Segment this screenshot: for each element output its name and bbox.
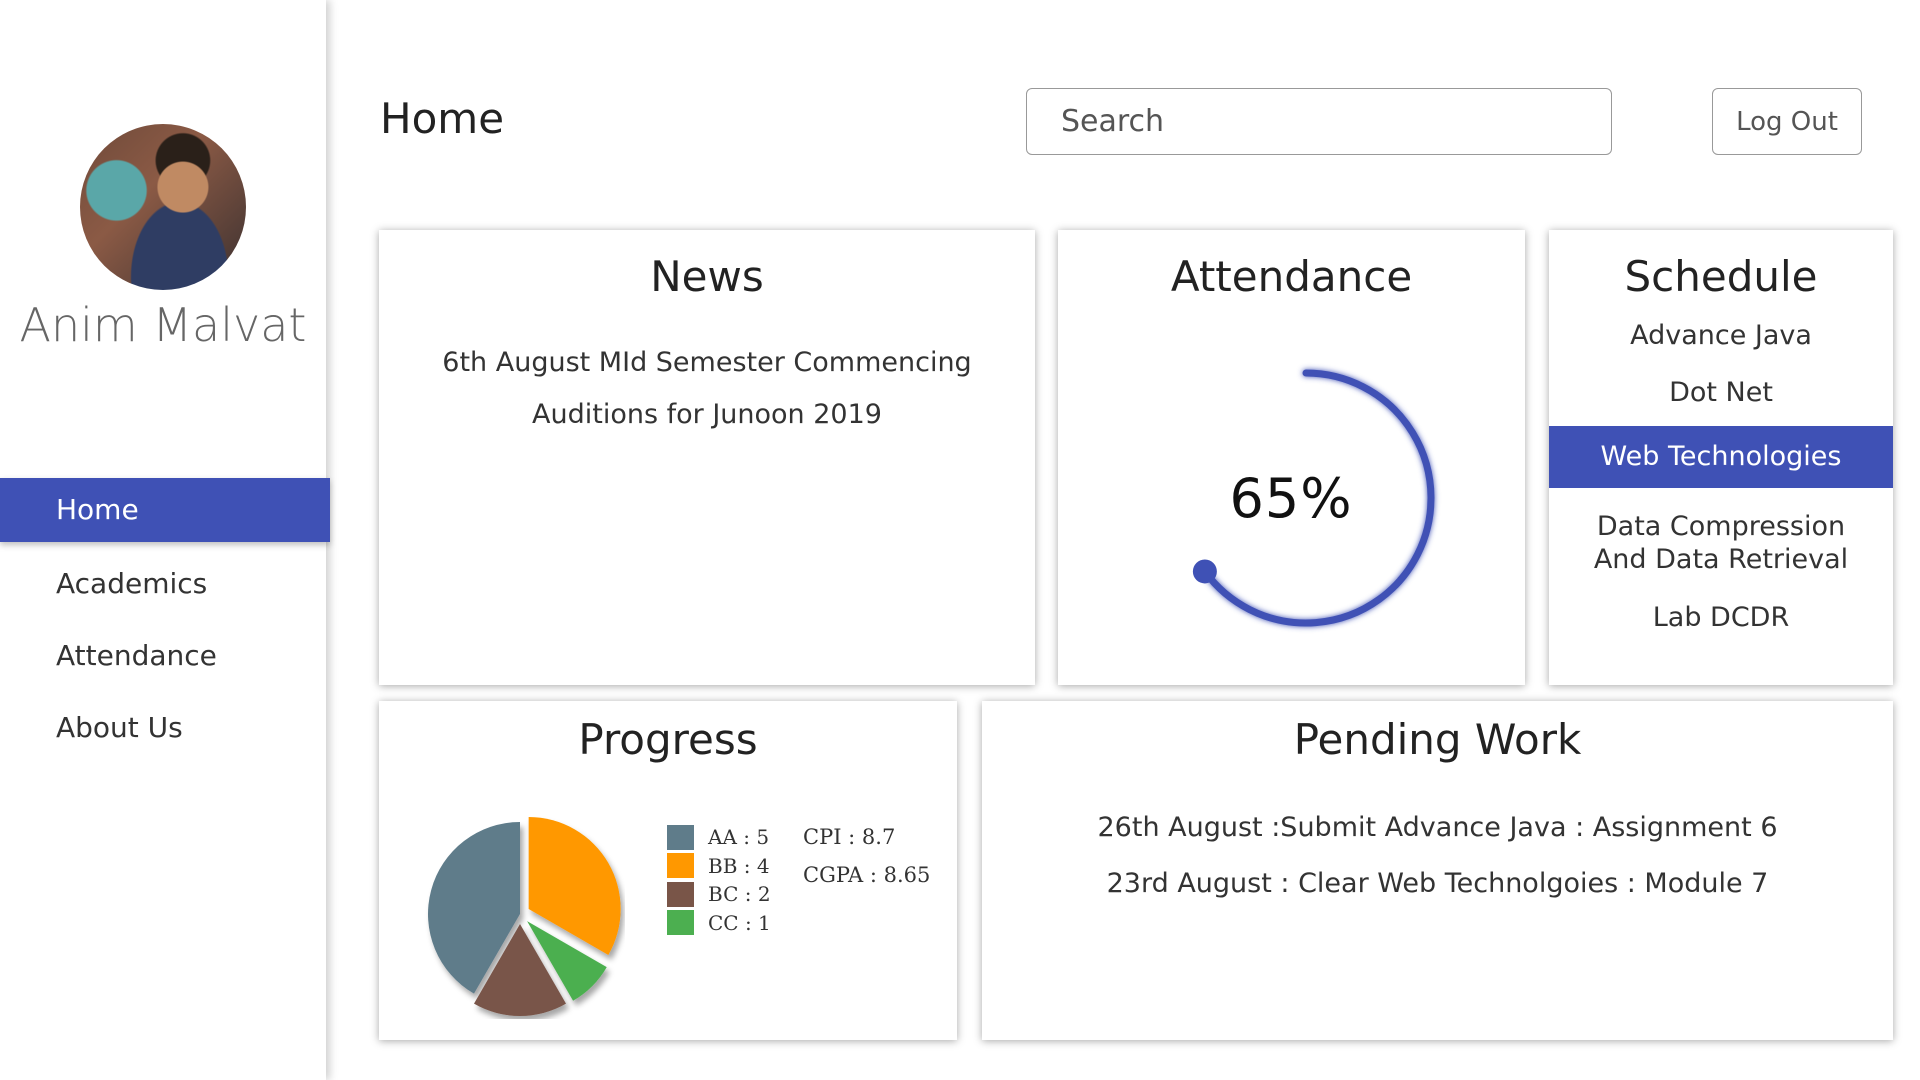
legend-label: CC : 1: [708, 910, 771, 935]
sidebar-item-academics[interactable]: Academics: [0, 552, 330, 616]
legend-swatch: [667, 910, 694, 936]
schedule-item-dot-net[interactable]: Dot Net: [1549, 376, 1893, 409]
sidebar-nav: Home Academics Attendance About Us: [0, 478, 330, 760]
legend-item: BC : 2: [667, 880, 771, 909]
sidebar-item-attendance[interactable]: Attendance: [0, 624, 330, 688]
profile-name: Anim Malvat: [19, 298, 307, 352]
news-item[interactable]: 6th August MId Semester Commencing: [379, 337, 1035, 389]
news-title: News: [650, 252, 764, 301]
sidebar-item-about-us[interactable]: About Us: [0, 696, 330, 760]
attendance-card: Attendance 65%: [1058, 230, 1525, 685]
schedule-item-advance-java[interactable]: Advance Java: [1549, 319, 1893, 352]
attendance-title: Attendance: [1170, 252, 1413, 301]
avatar[interactable]: [80, 124, 246, 290]
attendance-percent: 65%: [1229, 466, 1353, 530]
legend-label: BC : 2: [708, 882, 771, 907]
news-list: 6th August MId Semester Commencing Audit…: [379, 337, 1035, 441]
sidebar: Anim Malvat Home Academics Attendance Ab…: [0, 0, 330, 1080]
legend-swatch: [667, 881, 694, 907]
legend-label: AA : 5: [708, 825, 770, 850]
schedule-card: Schedule Advance Java Dot Net Web Techno…: [1549, 230, 1893, 685]
cgpa-value: CGPA : 8.65: [803, 863, 931, 887]
pie-legend: AA : 5 BB : 4 BC : 2 CC : 1: [667, 823, 771, 937]
schedule-item-data-compression[interactable]: Data Compression And Data Retrieval: [1576, 510, 1866, 576]
legend-label: BB : 4: [708, 853, 770, 878]
pending-work-item[interactable]: 23rd August : Clear Web Technolgoies : M…: [982, 856, 1893, 912]
news-item[interactable]: Auditions for Junoon 2019: [379, 389, 1035, 441]
progress-card: Progress AA : 5 BB : 4 BC : 2 CC : 1 CPI…: [379, 701, 957, 1040]
schedule-list: Advance Java Dot Net Web Technologies Da…: [1549, 319, 1893, 634]
news-card: News 6th August MId Semester Commencing …: [379, 230, 1035, 685]
sidebar-item-home[interactable]: Home: [0, 478, 330, 542]
pending-work-title: Pending Work: [1293, 715, 1582, 764]
search-input[interactable]: [1026, 88, 1612, 155]
schedule-item-web-technologies[interactable]: Web Technologies: [1549, 426, 1893, 488]
logout-button[interactable]: Log Out: [1712, 88, 1862, 155]
legend-item: CC : 1: [667, 909, 771, 938]
legend-swatch: [667, 853, 694, 879]
grade-pie-chart: [428, 817, 621, 1016]
pending-work-item[interactable]: 26th August :Submit Advance Java : Assig…: [982, 800, 1893, 856]
cpi-value: CPI : 8.7: [803, 825, 896, 849]
pending-work-card: Pending Work 26th August :Submit Advance…: [982, 701, 1893, 1040]
schedule-title: Schedule: [1624, 252, 1818, 301]
schedule-item-lab-dcdr[interactable]: Lab DCDR: [1549, 601, 1893, 634]
legend-item: BB : 4: [667, 852, 771, 881]
pending-work-list: 26th August :Submit Advance Java : Assig…: [982, 800, 1893, 912]
legend-swatch: [667, 824, 694, 850]
legend-item: AA : 5: [667, 823, 771, 852]
gpa-summary: CPI : 8.7 CGPA : 8.65: [803, 825, 930, 901]
progress-title: Progress: [578, 715, 758, 764]
page-title: Home: [380, 94, 505, 143]
